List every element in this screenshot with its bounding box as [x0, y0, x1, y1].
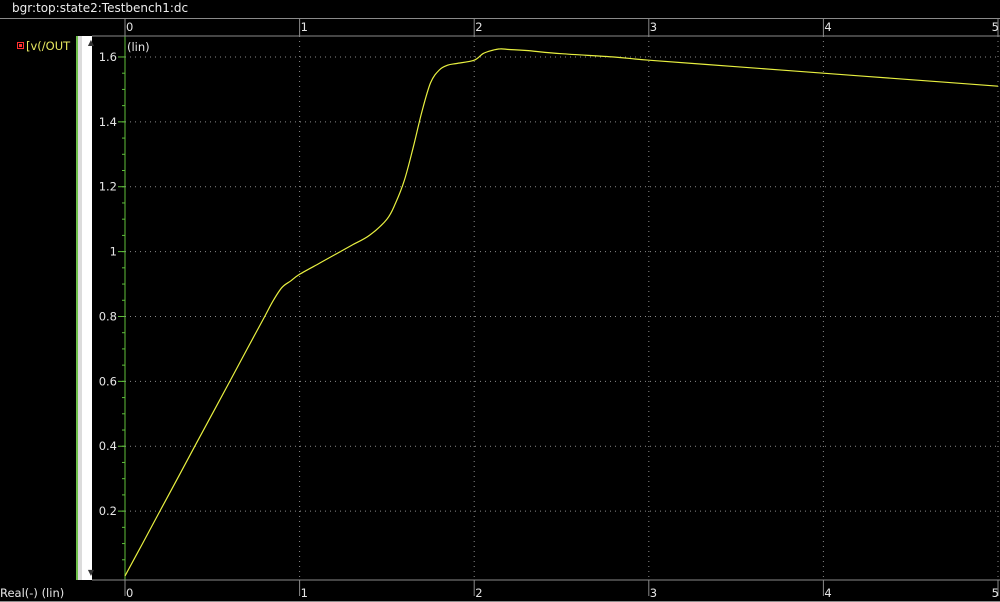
x-tick-label-top: 5 [992, 20, 999, 34]
x-tick-label-bottom: 5 [992, 586, 999, 600]
series-line [124, 48, 999, 577]
waveform-chart: 0.2 0.4 0.6 0.8 1 1.2 1.4 1.6 0 0 1 1 2 2 3 3 4 4 5 5 (lin) [92, 19, 1000, 600]
y-tick-label: 1.4 [99, 115, 117, 129]
y-tick-label: 0.8 [99, 309, 117, 323]
y-axis-label: (lin) [127, 40, 150, 54]
x-tick-label-top: 4 [824, 20, 831, 34]
y-tick-label: 0.2 [99, 504, 117, 518]
x-axis-label: Real(-) (lin) [0, 586, 65, 600]
x-tick-label-top: 2 [475, 20, 482, 34]
x-tick-label-top: 1 [301, 20, 308, 34]
y-tick-label: 1.2 [99, 180, 117, 194]
x-tick-label-bottom: 1 [301, 586, 308, 600]
y-tick-label: 1.6 [99, 50, 117, 64]
x-tick-label-bottom: 4 [824, 586, 831, 600]
y-tick-label: 0.4 [99, 439, 117, 453]
x-tick-label-top: 0 [126, 20, 133, 34]
y-tick-label: 1 [110, 245, 117, 259]
x-tick-label-top: 3 [650, 20, 657, 34]
y-tick-label: 0.6 [99, 374, 117, 388]
x-tick-label-bottom: 0 [126, 586, 133, 600]
x-tick-label-bottom: 3 [650, 586, 657, 600]
x-tick-label-bottom: 2 [475, 586, 482, 600]
